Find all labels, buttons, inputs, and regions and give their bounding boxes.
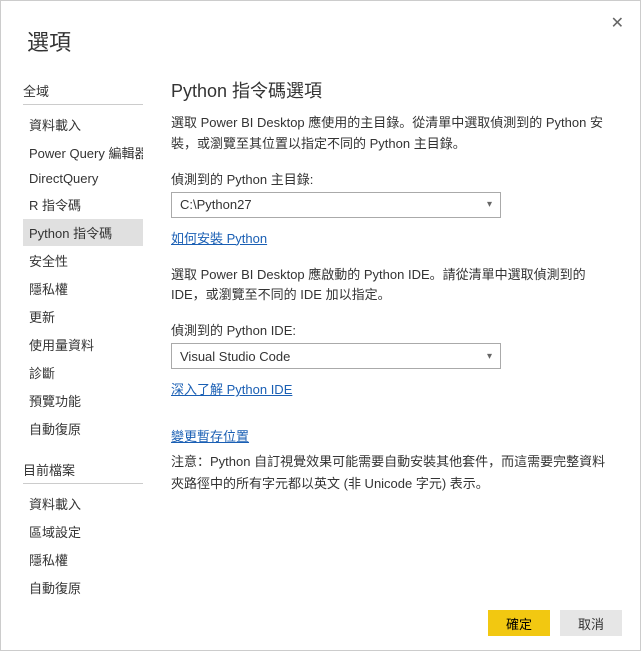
nav-file-autorecover[interactable]: 自動復原 (23, 574, 143, 597)
chevron-down-icon: ▾ (487, 199, 492, 210)
ide-value: Visual Studio Code (180, 349, 290, 364)
home-dir-label: 偵測到的 Python 主目錄: (171, 169, 612, 188)
dialog-title: 選項 (1, 1, 640, 57)
sidebar-section-current-file: 目前檔案 (23, 460, 143, 484)
nav-usage-data[interactable]: 使用量資料 (23, 331, 143, 358)
ide-description: 選取 Power BI Desktop 應啟動的 Python IDE。請從清單… (171, 265, 612, 307)
nav-file-regional[interactable]: 區域設定 (23, 518, 143, 545)
learn-ide-link[interactable]: 深入了解 Python IDE (171, 379, 292, 398)
nav-preview[interactable]: 預覽功能 (23, 387, 143, 414)
nav-file-data-load[interactable]: 資料載入 (23, 490, 143, 517)
close-button[interactable]: ✕ (607, 9, 628, 37)
nav-python-script[interactable]: Python 指令碼 (23, 219, 143, 246)
nav-diagnostics[interactable]: 診斷 (23, 359, 143, 386)
cancel-button[interactable]: 取消 (560, 610, 622, 636)
change-temp-link[interactable]: 變更暫存位置 (171, 426, 249, 445)
ide-dropdown[interactable]: Visual Studio Code ▾ (171, 343, 501, 369)
nav-update[interactable]: 更新 (23, 303, 143, 330)
nav-autorecover[interactable]: 自動復原 (23, 415, 143, 442)
sidebar: 全域 資料載入 Power Query 編輯器 DirectQuery R 指令… (1, 77, 143, 597)
nav-directquery[interactable]: DirectQuery (23, 167, 143, 190)
ok-button[interactable]: 確定 (488, 610, 550, 636)
nav-power-query[interactable]: Power Query 編輯器 (23, 139, 143, 166)
ide-label: 偵測到的 Python IDE: (171, 320, 612, 339)
dialog-footer: 確定 取消 (488, 610, 622, 636)
home-dir-value: C:\Python27 (180, 197, 252, 212)
home-dir-dropdown[interactable]: C:\Python27 ▾ (171, 192, 501, 218)
nav-r-script[interactable]: R 指令碼 (23, 191, 143, 218)
note-text: 注意：Python 自訂視覺效果可能需要自動安裝其他套件，而這需要完整資料夾路徑… (171, 451, 612, 495)
home-description: 選取 Power BI Desktop 應使用的主目錄。從清單中選取偵測到的 P… (171, 113, 612, 155)
nav-privacy[interactable]: 隱私權 (23, 275, 143, 302)
install-python-link[interactable]: 如何安裝 Python (171, 228, 267, 247)
chevron-down-icon: ▾ (487, 351, 492, 362)
nav-security[interactable]: 安全性 (23, 247, 143, 274)
nav-data-load[interactable]: 資料載入 (23, 111, 143, 138)
nav-file-privacy[interactable]: 隱私權 (23, 546, 143, 573)
content-title: Python 指令碼選項 (171, 77, 612, 103)
content-pane: Python 指令碼選項 選取 Power BI Desktop 應使用的主目錄… (143, 77, 640, 597)
sidebar-section-global: 全域 (23, 81, 143, 105)
